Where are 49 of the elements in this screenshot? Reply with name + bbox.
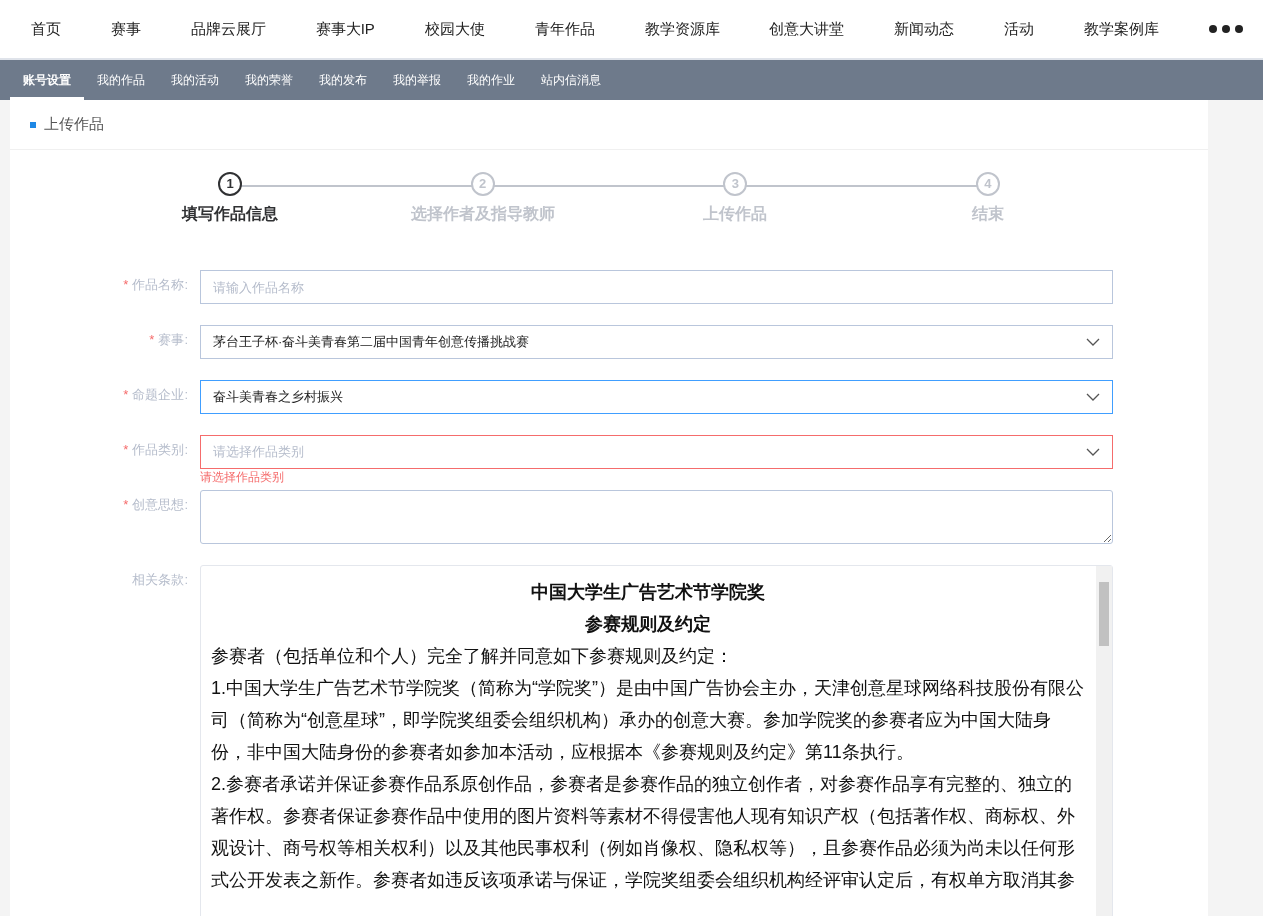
nav-link[interactable]: 教学资源库 bbox=[644, 17, 720, 41]
step-number: 4 bbox=[975, 172, 1000, 196]
chevron-down-icon bbox=[1086, 448, 1100, 456]
error-message: 请选择作品类别 bbox=[200, 469, 284, 485]
sub-nav-tab[interactable]: 我的作品 bbox=[84, 60, 158, 100]
more-icon[interactable] bbox=[1209, 25, 1243, 33]
nav-link[interactable]: 首页 bbox=[31, 17, 61, 41]
step-label: 选择作者及指导教师 bbox=[410, 204, 555, 224]
terms-title: 参赛规则及约定 bbox=[583, 613, 712, 636]
nav-link[interactable]: 校园大使 bbox=[424, 17, 485, 41]
step-number: 1 bbox=[218, 172, 242, 196]
nav-link[interactable]: 活动 bbox=[1004, 17, 1035, 41]
field-label: * 作品名称: bbox=[122, 276, 189, 294]
nav-link[interactable]: 赛事大IP bbox=[315, 17, 375, 41]
step-number: 3 bbox=[723, 172, 748, 196]
step-number: 2 bbox=[470, 172, 495, 196]
step-label: 结束 bbox=[971, 204, 1004, 224]
field-label: * 创意思想: bbox=[122, 496, 189, 514]
sub-nav-tab[interactable]: 我的活动 bbox=[158, 60, 232, 100]
field-label: * 命题企业: bbox=[122, 386, 189, 404]
terms-paragraph: 1.中国大学生广告艺术节学院奖（简称为“学院奖”）是由中国广告协会主办，天津创意星球网络科技股份有限公司（简称为“创意星球”，即学院奖组委会组织机构）承办的创意大赛。参加学院奖的参赛者应为中国大陆身份，非中国大陆身份的参赛者如参加本活动，应根据本《参赛规则及约定》第11条执行。 bbox=[211, 677, 1084, 764]
nav-link[interactable]: 教学案例库 bbox=[1084, 17, 1160, 41]
step-label: 上传作品 bbox=[703, 204, 768, 224]
sub-nav-tab[interactable]: 我的发布 bbox=[306, 60, 380, 100]
nav-link[interactable]: 新闻动态 bbox=[894, 17, 955, 41]
sub-nav-tab[interactable]: 我的荣誉 bbox=[232, 60, 306, 100]
chevron-down-icon bbox=[1086, 338, 1100, 346]
sub-nav-tab[interactable]: 我的举报 bbox=[380, 60, 454, 100]
nav-link[interactable]: 创意大讲堂 bbox=[769, 17, 845, 41]
textarea-field[interactable] bbox=[200, 490, 1113, 544]
step-label: 填写作品信息 bbox=[182, 204, 278, 224]
terms-title: 中国大学生广告艺术节学院奖 bbox=[529, 581, 766, 604]
terms-paragraph: 2.参赛者承诺并保证参赛作品系原创作品，参赛者是参赛作品的独立创作者，对参赛作品享有完整的、独立的著作权。参赛者保证参赛作品中使用的图片资料等素材不得侵害他人现有知识产权（包括著作权、商标权、外观设计、商号权等相关权利）以及其他民事权利（例如肖像权、隐私权等），且参赛作品必须为尚未以任何形式公开发表之新作。参赛者如违反该项承诺与保证，学院奖组委会组织机构经评审认定后，有权单方取消其参 bbox=[211, 773, 1076, 892]
square-icon bbox=[30, 121, 36, 128]
chevron-down-icon bbox=[1086, 393, 1100, 401]
scrollbar[interactable] bbox=[1096, 566, 1112, 916]
nav-link[interactable]: 品牌云展厅 bbox=[190, 17, 266, 41]
terms-paragraph: 参赛者（包括单位和个人）完全了解并同意如下参赛规则及约定： bbox=[211, 645, 734, 668]
sub-nav-tab[interactable]: 站内信消息 bbox=[528, 60, 614, 100]
nav-link[interactable]: 赛事 bbox=[110, 17, 141, 41]
select-field[interactable]: 茅台王子杯·奋斗美青春第二届中国青年创意传播挑战赛 bbox=[200, 325, 1113, 359]
select-field[interactable]: 奋斗美青春之乡村振兴 bbox=[200, 380, 1113, 414]
field-label: 相关条款: bbox=[131, 571, 189, 589]
text-field[interactable]: 请输入作品名称 bbox=[200, 270, 1113, 304]
nav-link[interactable]: 青年作品 bbox=[534, 17, 595, 41]
field-label: * 作品类别: bbox=[122, 441, 189, 459]
sub-nav-tab[interactable]: 我的作业 bbox=[454, 60, 528, 100]
card-title: 上传作品 bbox=[44, 114, 104, 135]
field-label: * 赛事: bbox=[148, 331, 189, 349]
